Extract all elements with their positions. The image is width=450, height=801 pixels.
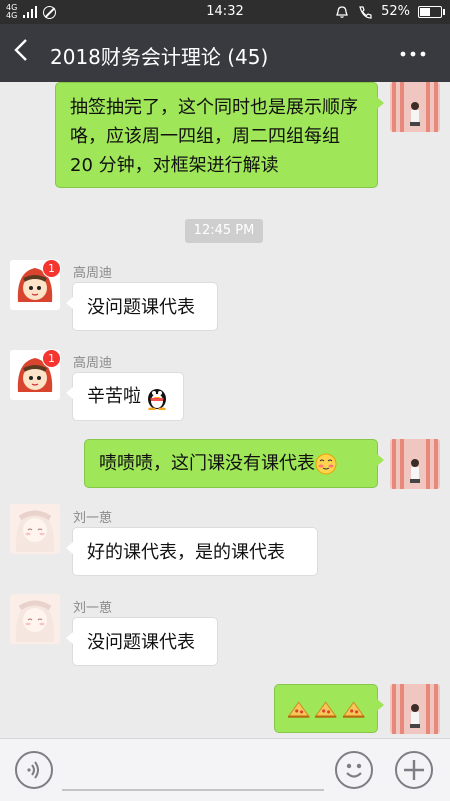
sender-name: 高周迪 (73, 266, 113, 281)
status-bar: 4G 4G 14:32 52% (0, 0, 450, 24)
message-bubble-outgoing[interactable] (274, 684, 384, 733)
avatar-liu-yixi[interactable] (10, 594, 60, 644)
avatar-liu-yixi[interactable] (10, 504, 60, 554)
chat-title: 2018财务会计理论 (45) (50, 45, 269, 69)
timestamp: 12:45 PM (185, 219, 263, 243)
pizza-emoji-icon (342, 700, 365, 718)
unread-badge: 1 (42, 349, 61, 368)
message-bubble-outgoing[interactable]: 抽签抽完了，这个同时也是展示顺序咯，应该周一四组，周二四组每组 20 分钟，对框… (55, 82, 384, 188)
chat-header: 2018财务会计理论 (45) (0, 24, 450, 82)
battery-percent: 52% (381, 4, 410, 19)
pizza-emoji-icon (315, 700, 337, 718)
plus-icon[interactable] (395, 751, 433, 789)
battery-level (420, 7, 430, 16)
smile-icon[interactable] (335, 751, 373, 789)
blush-face-emoji-icon (315, 453, 337, 474)
back-chevron-icon[interactable] (14, 38, 28, 68)
my-avatar[interactable] (390, 684, 440, 734)
message-text: 没问题课代表 (87, 632, 195, 653)
status-right: 52% (335, 4, 445, 19)
sender-name: 刘一葸 (73, 511, 113, 526)
message-text: 啧啧啧，这门课没有课代表 (99, 453, 315, 474)
message-bubble-incoming[interactable]: 没问题课代表 (66, 282, 218, 331)
penguin-emoji-icon (148, 388, 166, 410)
my-avatar[interactable] (390, 82, 440, 132)
sender-name: 高周迪 (73, 356, 113, 371)
alarm-icon (336, 5, 348, 18)
call-icon (359, 5, 372, 19)
unread-badge: 1 (42, 259, 61, 278)
message-bubble-incoming[interactable]: 辛苦啦 (66, 372, 184, 421)
message-text: 没问题课代表 (87, 297, 195, 318)
more-dots-icon[interactable] (400, 38, 426, 63)
message-bubble-incoming[interactable]: 好的课代表，是的课代表 (66, 527, 318, 576)
message-bubble-incoming[interactable]: 没问题课代表 (66, 617, 218, 666)
message-list[interactable]: 抽签抽完了，这个同时也是展示顺序咯，应该周一四组，周二四组每组 20 分钟，对框… (0, 82, 450, 738)
message-bubble-outgoing[interactable]: 啧啧啧，这门课没有课代表 (84, 439, 384, 488)
my-avatar[interactable] (390, 439, 440, 489)
voice-icon[interactable] (15, 751, 53, 789)
pizza-emoji-icon (287, 700, 310, 718)
sender-name: 刘一葸 (73, 601, 113, 616)
message-text: 抽签抽完了，这个同时也是展示顺序咯，应该周一四组，周二四组每组 20 分钟，对框… (70, 97, 358, 176)
battery-icon (418, 5, 445, 18)
message-text: 辛苦啦 (87, 386, 141, 407)
input-bar (0, 738, 450, 801)
message-input[interactable] (62, 789, 324, 791)
message-text: 好的课代表，是的课代表 (87, 542, 285, 563)
